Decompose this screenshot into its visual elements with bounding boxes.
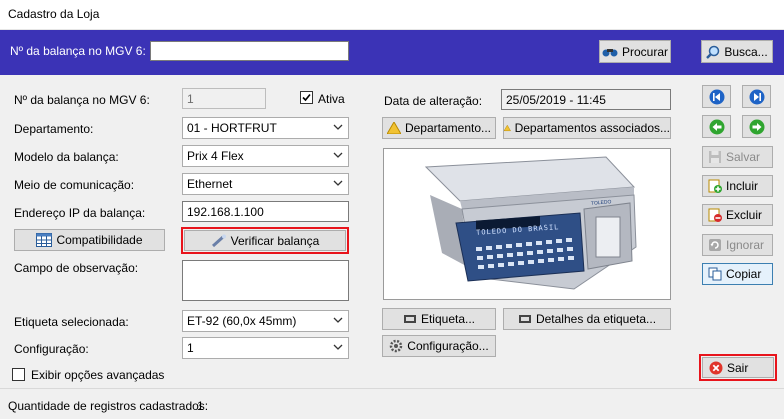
arrow-left-icon bbox=[709, 119, 724, 134]
undo-icon bbox=[709, 239, 721, 251]
departamento-btn-label: Departamento... bbox=[404, 121, 492, 135]
sair-button[interactable]: Sair bbox=[702, 357, 774, 378]
salvar-button[interactable]: Salvar bbox=[702, 146, 773, 168]
label-sel-label: Etiqueta selecionada: bbox=[14, 315, 129, 329]
etiqueta-button[interactable]: Etiqueta... bbox=[382, 308, 496, 330]
departamentos-associados-label: Departamentos associados... bbox=[514, 121, 670, 135]
window-title: Cadastro da Loja bbox=[8, 7, 100, 21]
procurar-label: Procurar bbox=[621, 44, 668, 59]
busca-button[interactable]: Busca... bbox=[701, 40, 773, 63]
table-icon bbox=[36, 233, 53, 247]
record-count-value: 1 bbox=[197, 399, 204, 413]
model-select[interactable]: Prix 4 Flex bbox=[182, 145, 349, 167]
chevron-down-icon bbox=[333, 344, 343, 350]
model-label: Modelo da balança: bbox=[14, 150, 119, 164]
scale-search-label: Nº da balança no MGV 6: bbox=[10, 44, 146, 58]
busca-label: Busca... bbox=[724, 44, 768, 59]
label-icon bbox=[403, 315, 416, 323]
scale-number-field: 1 bbox=[182, 88, 266, 109]
arrow-right-icon bbox=[749, 119, 764, 134]
obs-textarea[interactable] bbox=[182, 260, 349, 301]
department-label: Departamento: bbox=[14, 122, 94, 136]
close-icon bbox=[709, 361, 723, 374]
sair-label: Sair bbox=[727, 360, 749, 375]
last-icon bbox=[749, 89, 764, 104]
ativa-label: Ativa bbox=[318, 92, 345, 106]
copiar-label: Copiar bbox=[726, 267, 762, 281]
date-field: 25/05/2019 - 11:45 bbox=[501, 89, 671, 110]
ignorar-label: Ignorar bbox=[726, 238, 765, 252]
department-icon bbox=[504, 124, 511, 132]
first-record-button[interactable] bbox=[702, 85, 731, 108]
verificar-balanca-label: Verificar balança bbox=[230, 233, 320, 248]
last-record-button[interactable] bbox=[742, 85, 771, 108]
department-select[interactable]: 01 - HORTFRUT bbox=[182, 117, 349, 139]
excluir-label: Excluir bbox=[726, 208, 763, 222]
copiar-button[interactable]: Copiar bbox=[702, 263, 773, 285]
obs-label: Campo de observação: bbox=[14, 261, 139, 275]
configuracao-btn-label: Configuração... bbox=[407, 339, 489, 353]
record-count-label: Quantidade de registros cadastrados: bbox=[8, 399, 209, 413]
ip-field[interactable]: 192.168.1.100 bbox=[182, 201, 349, 222]
verificar-balanca-button[interactable]: Verificar balança bbox=[184, 230, 346, 251]
detalhes-etiqueta-label: Detalhes da etiqueta... bbox=[535, 312, 657, 326]
scale-picture: TOLEDO DO BRASIL TOLEDO bbox=[383, 148, 671, 300]
department-icon bbox=[386, 122, 401, 134]
status-divider bbox=[0, 388, 784, 389]
configuracao-button[interactable]: Configuração... bbox=[382, 335, 496, 357]
date-label: Data de alteração: bbox=[384, 94, 483, 108]
detalhes-etiqueta-button[interactable]: Detalhes da etiqueta... bbox=[503, 308, 671, 330]
previous-record-button[interactable] bbox=[702, 115, 731, 138]
check-icon bbox=[302, 93, 311, 102]
config-select[interactable]: 1 bbox=[182, 337, 349, 359]
gear-icon bbox=[390, 339, 403, 353]
departamentos-associados-button[interactable]: Departamentos associados... bbox=[503, 117, 671, 139]
wand-icon bbox=[211, 234, 226, 247]
label-sel-select[interactable]: ET-92 (60,0x 45mm) bbox=[182, 310, 349, 332]
ativa-checkbox[interactable] bbox=[300, 91, 313, 104]
advanced-checkbox[interactable] bbox=[12, 368, 25, 381]
copy-icon bbox=[708, 267, 722, 281]
departamento-button[interactable]: Departamento... bbox=[382, 117, 496, 139]
ignorar-button[interactable]: Ignorar bbox=[702, 234, 773, 256]
delete-icon bbox=[708, 208, 722, 222]
binoculars-icon bbox=[602, 48, 618, 56]
label-sel-value: ET-92 (60,0x 45mm) bbox=[187, 314, 297, 328]
label-icon bbox=[518, 315, 531, 323]
config-label: Configuração: bbox=[14, 342, 89, 356]
compatibilidade-label: Compatibilidade bbox=[56, 233, 143, 247]
department-value: 01 - HORTFRUT bbox=[187, 121, 277, 135]
save-icon bbox=[709, 151, 721, 163]
config-value: 1 bbox=[187, 341, 194, 355]
etiqueta-btn-label: Etiqueta... bbox=[420, 312, 476, 326]
next-record-button[interactable] bbox=[742, 115, 771, 138]
comm-select[interactable]: Ethernet bbox=[182, 173, 349, 195]
chevron-down-icon bbox=[333, 317, 343, 323]
magnifier-icon bbox=[706, 45, 720, 59]
chevron-down-icon bbox=[333, 152, 343, 158]
comm-value: Ethernet bbox=[187, 177, 233, 191]
compatibilidade-button[interactable]: Compatibilidade bbox=[14, 229, 165, 251]
scale-number-label: Nº da balança no MGV 6: bbox=[14, 93, 150, 107]
excluir-button[interactable]: Excluir bbox=[702, 204, 773, 226]
window-titlebar: Cadastro da Loja bbox=[0, 0, 784, 30]
incluir-button[interactable]: Incluir bbox=[702, 175, 773, 197]
comm-label: Meio de comunicação: bbox=[14, 178, 135, 192]
chevron-down-icon bbox=[333, 124, 343, 130]
ip-label: Endereço IP da balança: bbox=[14, 206, 146, 220]
scale-search-input[interactable] bbox=[150, 41, 349, 61]
salvar-label: Salvar bbox=[726, 150, 761, 164]
chevron-down-icon bbox=[333, 180, 343, 186]
advanced-label: Exibir opções avançadas bbox=[31, 368, 165, 382]
procurar-button[interactable]: Procurar bbox=[599, 40, 671, 63]
add-icon bbox=[708, 179, 722, 193]
model-value: Prix 4 Flex bbox=[187, 149, 244, 163]
incluir-label: Incluir bbox=[726, 179, 759, 193]
first-icon bbox=[709, 89, 724, 104]
search-bar: Nº da balança no MGV 6: Procurar Busca..… bbox=[0, 30, 784, 75]
